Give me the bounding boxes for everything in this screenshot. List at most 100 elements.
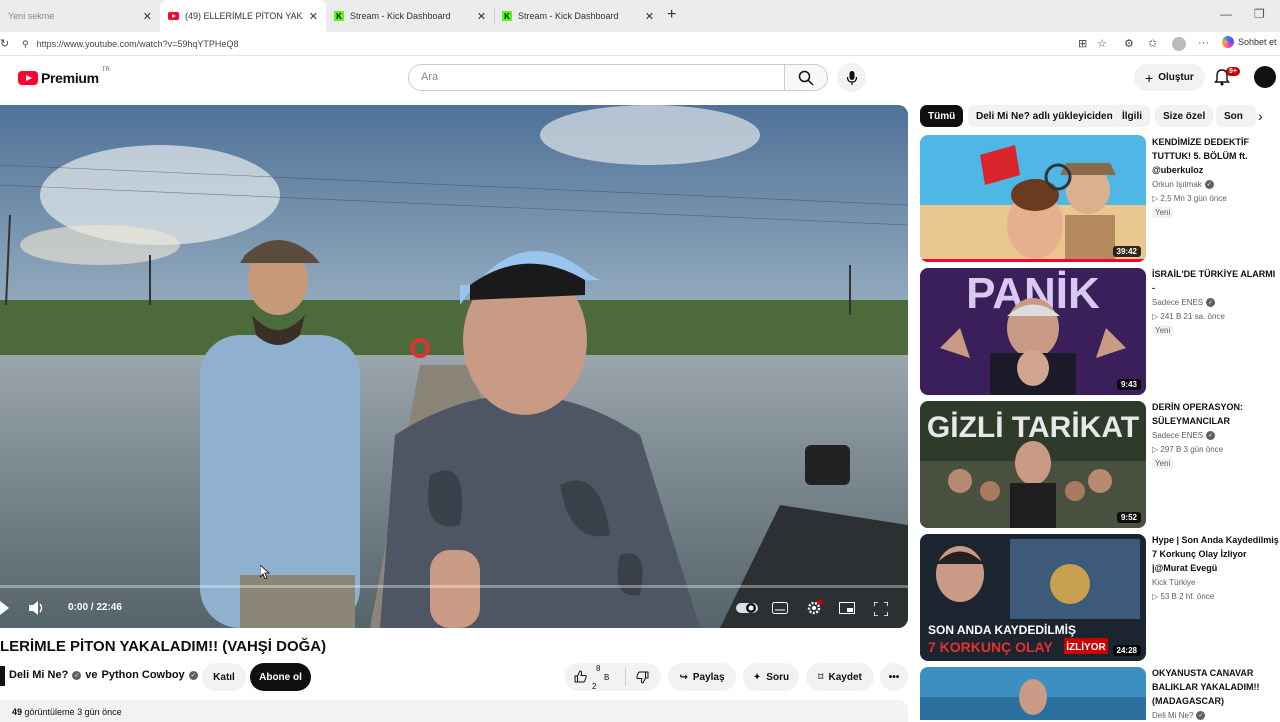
description-box[interactable]: 49 görüntüleme 3 gün önce: [0, 700, 908, 722]
channel-names[interactable]: Deli Mi Ne? ✓ ve Python Cowboy ✓: [9, 669, 198, 681]
url-field[interactable]: ⚲ https://www.youtube.com/watch?v=59hqYT…: [18, 35, 1078, 53]
favorite-star-icon[interactable]: ☆: [1097, 37, 1107, 50]
rec-title[interactable]: Hype | Son Anda Kaydedilmiş 7 Korkunç Ol…: [1152, 533, 1280, 577]
favorites-icon[interactable]: ✩: [1148, 37, 1157, 50]
dislike-thumb-icon[interactable]: [636, 671, 649, 684]
app-install-icon[interactable]: ⊞: [1078, 37, 1087, 50]
plus-icon: +: [1145, 69, 1154, 86]
rec-thumbnail[interactable]: 39:42: [920, 135, 1146, 262]
maximize-icon[interactable]: ❐: [1254, 7, 1265, 21]
rec-thumbnail[interactable]: GİZLİ TARİKAT 9:52: [920, 401, 1146, 528]
address-bar: ↻ ⚲ https://www.youtube.com/watch?v=59hq…: [0, 32, 1280, 56]
subtitles-icon[interactable]: [772, 602, 788, 614]
rec-channel-name: Sadece ENES: [1152, 431, 1204, 440]
rec-title[interactable]: İSRAİL'DE TÜRKİYE ALARMI - HEDEF BİZİZ!: [1152, 267, 1280, 297]
video-duration: 9:43: [1116, 379, 1141, 390]
save-button[interactable]: ⌑ Kaydet: [806, 663, 874, 691]
rec-thumbnail[interactable]: SON ANDA KAYDEDİLMİŞ 7 KORKUNÇ OLAY İZLİ…: [920, 534, 1146, 661]
settings-gear-icon[interactable]: [805, 600, 823, 616]
close-icon[interactable]: ✕: [143, 10, 152, 23]
autoplay-toggle-icon[interactable]: [736, 602, 758, 614]
rec-views: 297 B: [1160, 445, 1182, 454]
search-button[interactable]: [784, 64, 828, 91]
rec-channel[interactable]: Sadece ENES ✓: [1152, 431, 1216, 440]
rec-channel[interactable]: Deli Mi Ne? ✓: [1152, 711, 1206, 720]
rec-channel[interactable]: Sadece ENES ✓: [1152, 298, 1216, 307]
tab-title: Yeni sekme: [8, 11, 55, 21]
rec-channel-name: Kick Türkiye: [1152, 578, 1196, 587]
chip-from-uploader[interactable]: Deli Mi Ne? adlı yükleyiciden: [968, 105, 1121, 127]
chip-related[interactable]: İlgili: [1114, 105, 1150, 127]
close-icon[interactable]: ✕: [309, 10, 318, 23]
rec-meta: ▷ 53 B 2 hf. önce: [1152, 592, 1214, 601]
rec-thumbnail[interactable]: [920, 667, 1146, 720]
video-duration: 39:42: [1112, 246, 1141, 257]
video-player[interactable]: [0, 105, 908, 628]
subscribe-button[interactable]: Abone ol: [250, 663, 311, 691]
browser-tab-kick-2[interactable]: K Stream - Kick Dashboard ✕: [494, 0, 662, 32]
close-icon[interactable]: ✕: [645, 10, 654, 23]
channel-joiner: ve: [85, 669, 98, 681]
new-tab-button[interactable]: +: [667, 6, 676, 24]
chip-for-you[interactable]: Size özel: [1155, 105, 1214, 127]
site-info-icon[interactable]: ⚲: [22, 39, 29, 50]
copilot-button[interactable]: Sohbet et: [1222, 36, 1277, 48]
channel-avatar[interactable]: [0, 666, 5, 686]
account-avatar[interactable]: [1254, 66, 1276, 88]
rec-views: 2,5 Mn: [1160, 194, 1185, 203]
rec-title[interactable]: KENDİMİZE DEDEKTİF TUTTUK! 5. BÖLÜM ft. …: [1152, 135, 1280, 179]
rec-title[interactable]: OKYANUSTA CANAVAR BALIKLAR YAKALADIM!! (…: [1152, 666, 1280, 710]
mouse-cursor: [259, 564, 271, 584]
view-count-suffix: görüntüleme: [24, 707, 75, 717]
chevron-right-icon[interactable]: ›: [1258, 108, 1263, 124]
rec-age: 21 sa. önce: [1183, 312, 1225, 321]
voice-search-button[interactable]: [837, 63, 866, 92]
volume-icon[interactable]: [28, 600, 46, 616]
like-thumb-icon[interactable]: [574, 670, 587, 683]
join-button[interactable]: Katıl: [202, 663, 246, 691]
more-menu-icon[interactable]: ···: [1198, 37, 1209, 49]
rec-title[interactable]: DERİN OPERASYON: SÜLEYMANCILAR: [1152, 400, 1280, 430]
browser-tab-new[interactable]: Yeni sekme ✕: [0, 0, 160, 32]
ask-button[interactable]: ✦ Soru: [743, 663, 799, 691]
create-button[interactable]: + Oluştur: [1134, 64, 1205, 91]
extensions-icon[interactable]: ⚙: [1124, 37, 1134, 50]
rec-channel[interactable]: Orkun Işıtmak ✓: [1152, 180, 1214, 189]
create-label: Oluştur: [1158, 72, 1194, 83]
channel-name-secondary[interactable]: Python Cowboy: [102, 669, 185, 681]
reload-icon[interactable]: ↻: [0, 37, 9, 50]
rec-channel-name: Deli Mi Ne?: [1152, 711, 1194, 720]
profile-icon[interactable]: [1172, 37, 1186, 51]
url-text: https://www.youtube.com/watch?v=59hqYTPH…: [36, 39, 239, 49]
rec-thumbnail[interactable]: PANİK 9:43: [920, 268, 1146, 395]
close-icon[interactable]: ✕: [477, 10, 486, 23]
tab-title: (49) ELLERİMLE PİTON YAKALADIM: [185, 11, 303, 21]
minimize-icon[interactable]: —: [1220, 7, 1232, 21]
browser-tab-kick-1[interactable]: K Stream - Kick Dashboard ✕: [326, 0, 494, 32]
share-button[interactable]: ↪ Paylaş: [668, 663, 736, 691]
play-icon[interactable]: [0, 601, 10, 615]
share-label: Paylaş: [692, 671, 725, 683]
miniplayer-icon[interactable]: [839, 602, 855, 614]
rec-age: 3 gün önce: [1187, 194, 1227, 203]
chip-all[interactable]: Tümü: [920, 105, 964, 127]
more-actions-button[interactable]: •••: [880, 663, 908, 691]
youtube-logo[interactable]: Premium TR: [18, 67, 110, 86]
browser-tab-youtube[interactable]: (49) ELLERİMLE PİTON YAKALADIM ✕: [160, 0, 326, 32]
rec-views: 53 B: [1160, 592, 1177, 601]
upload-date: 3 gün önce: [77, 707, 122, 717]
rec-channel[interactable]: Kick Türkiye: [1152, 578, 1195, 587]
video-progress-bar[interactable]: [0, 585, 908, 588]
rec-views: 241 B: [1160, 312, 1182, 321]
view-count: 49: [12, 707, 23, 717]
search-input[interactable]: Ara: [408, 64, 784, 91]
browser-tab-strip: Yeni sekme ✕ (49) ELLERİMLE PİTON YAKALA…: [0, 0, 1280, 32]
chip-recent[interactable]: Son: [1216, 105, 1256, 127]
notification-count-badge: 9+: [1226, 67, 1240, 76]
copilot-icon: [1222, 36, 1234, 48]
logo-text: Premium: [41, 70, 99, 86]
tab-title: Stream - Kick Dashboard: [350, 11, 451, 21]
fullscreen-icon[interactable]: [874, 602, 888, 616]
subscribe-label: Abone ol: [259, 671, 302, 683]
channel-name-primary[interactable]: Deli Mi Ne?: [9, 669, 68, 681]
